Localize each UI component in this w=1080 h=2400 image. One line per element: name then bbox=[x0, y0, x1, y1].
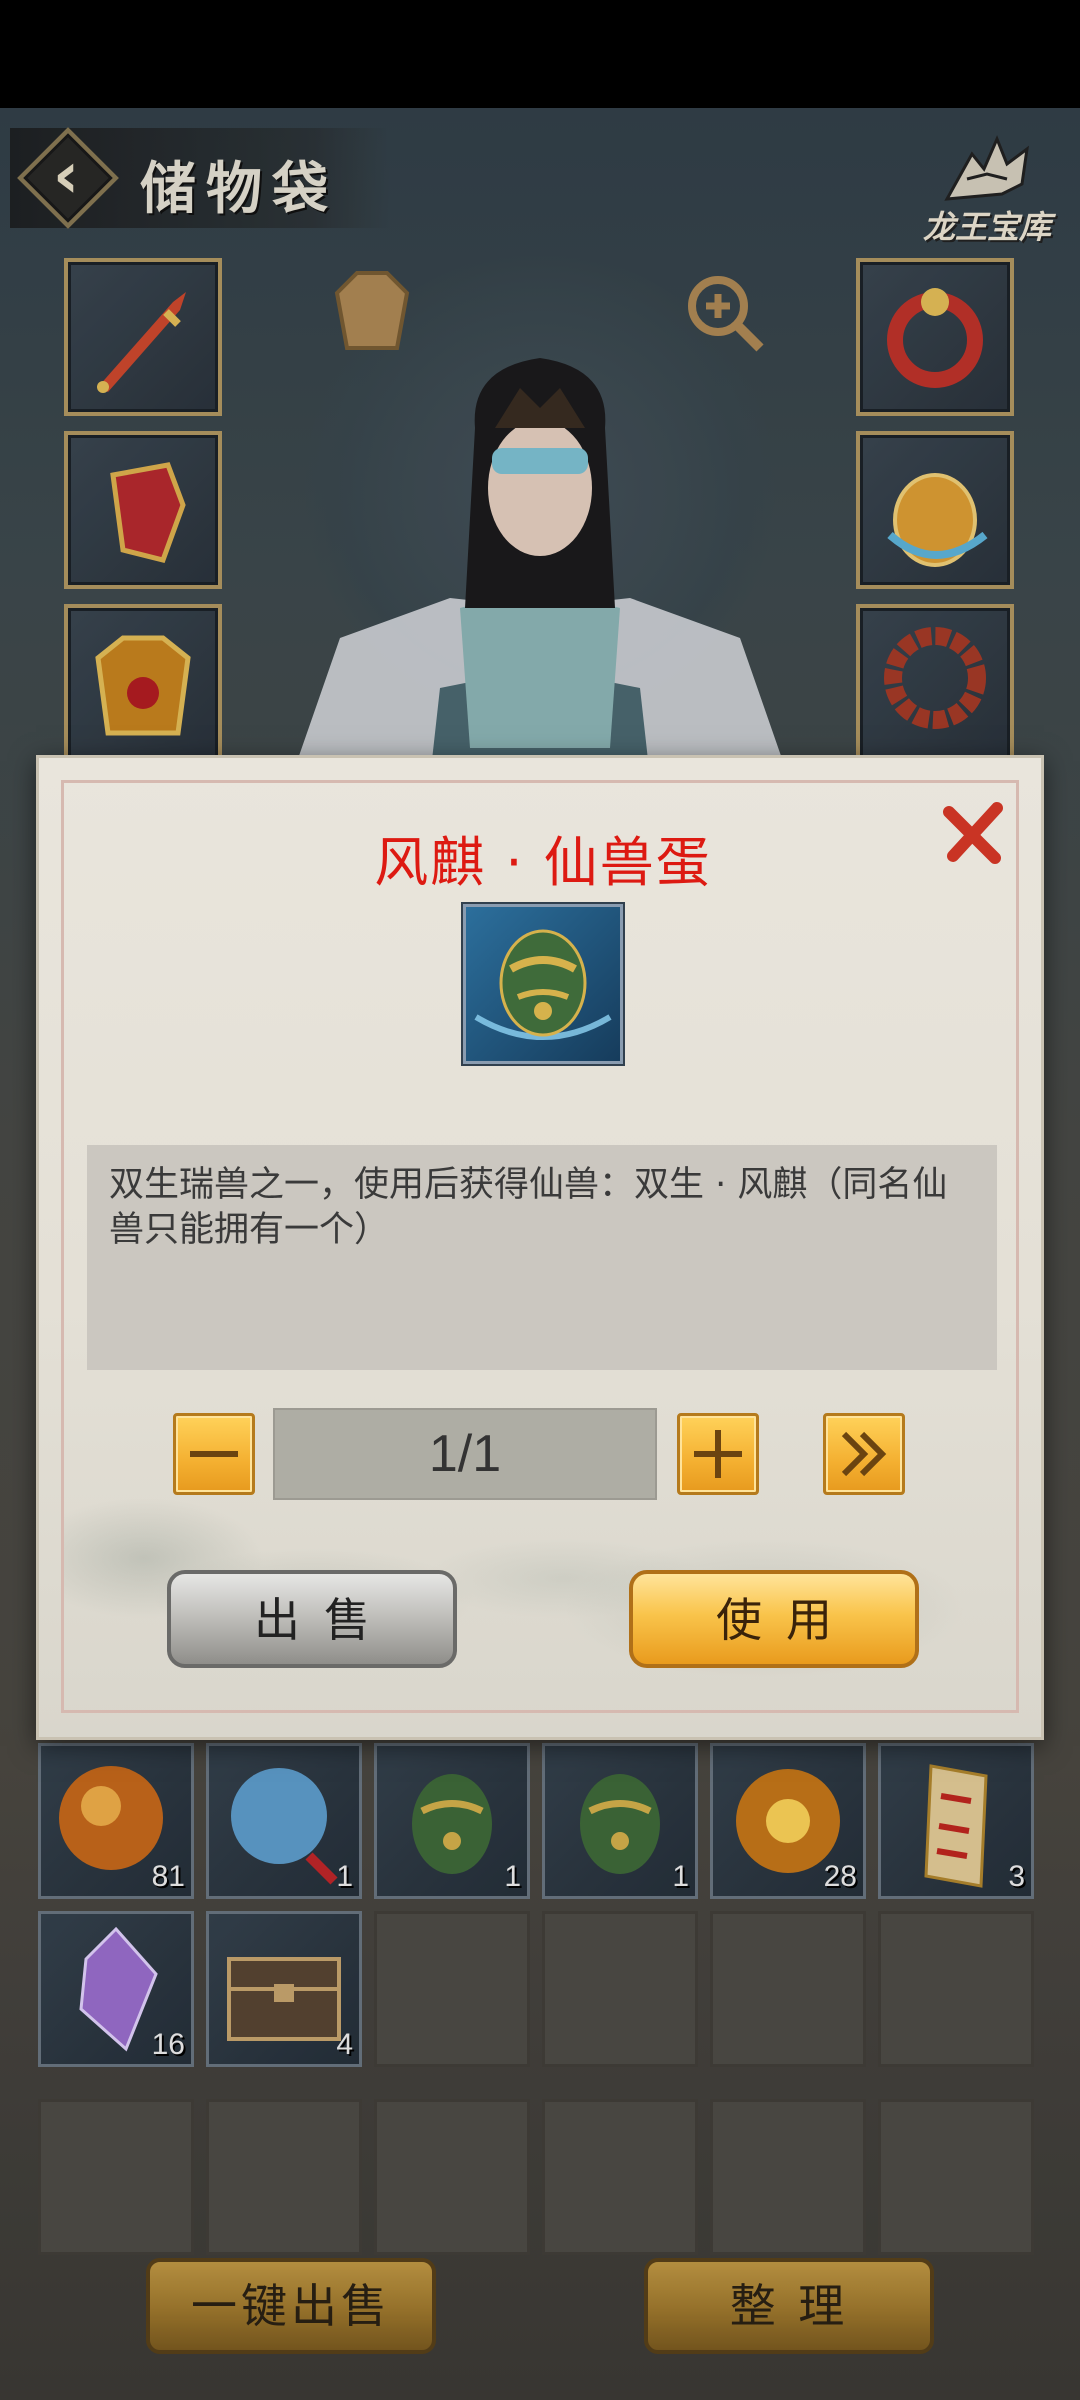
status-bar bbox=[0, 0, 1080, 108]
plus-icon bbox=[694, 1430, 742, 1478]
decrease-quantity-button[interactable] bbox=[173, 1413, 255, 1495]
beast-egg-icon bbox=[474, 929, 612, 1040]
item-icon-frame bbox=[463, 904, 623, 1064]
sell-button[interactable]: 出售 bbox=[167, 1570, 457, 1668]
minus-icon bbox=[190, 1451, 238, 1457]
increase-quantity-button[interactable] bbox=[677, 1413, 759, 1495]
item-name: 风麒 · 仙兽蛋 bbox=[374, 831, 712, 894]
quantity-display: 1/1 bbox=[273, 1408, 657, 1500]
item-detail-dialog: 风麒 · 仙兽蛋 双生瑞兽之一，使用后获得仙兽：双生 · 风麒（同名仙兽只能拥有… bbox=[36, 755, 1044, 1740]
item-description: 双生瑞兽之一，使用后获得仙兽：双生 · 风麒（同名仙兽只能拥有一个） bbox=[87, 1145, 997, 1370]
use-button[interactable]: 使用 bbox=[629, 1570, 919, 1668]
double-chevron-right-icon bbox=[841, 1431, 887, 1477]
max-quantity-button[interactable] bbox=[823, 1413, 905, 1495]
